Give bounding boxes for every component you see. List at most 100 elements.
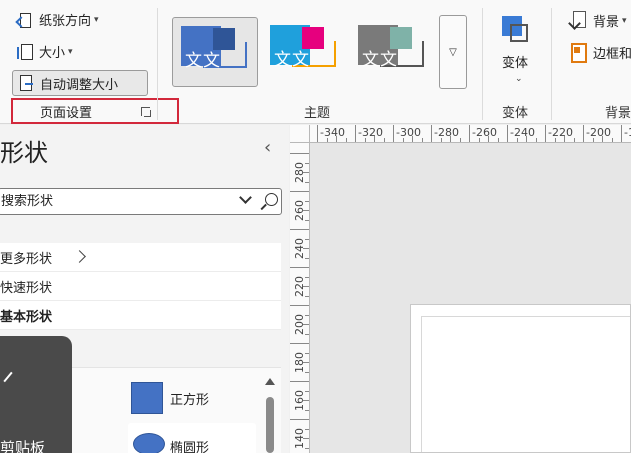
ruler-tick: [305, 447, 309, 449]
list-item-label: 快速形状: [0, 280, 53, 296]
ruler-tick: [305, 276, 309, 278]
ruler-tick: [290, 191, 309, 192]
variant-icon-outline: [510, 24, 528, 42]
group-separator: [482, 8, 483, 120]
ruler-tick: [573, 138, 575, 142]
square-shape-icon[interactable]: [131, 382, 163, 414]
ruler-tick: [290, 153, 309, 154]
orientation-button[interactable]: 纸张方向 ▾: [17, 10, 99, 29]
ruler-tick: [364, 138, 366, 142]
pane-title: 形状: [0, 139, 48, 167]
horizontal-ruler[interactable]: -340-320-300-280-260-240-220-200-18: [310, 125, 631, 143]
collapse-pane-chevron-icon[interactable]: ‹: [264, 137, 271, 158]
ruler-tick: [621, 125, 622, 142]
ruler-tick: [290, 343, 309, 344]
auto-size-icon: [18, 75, 34, 91]
theme-text: 文文: [185, 51, 221, 71]
list-item-quick-shapes[interactable]: 快速形状: [0, 272, 281, 301]
ellipse-shape-icon[interactable]: [133, 433, 165, 453]
scroll-up-arrow-icon[interactable]: [265, 378, 275, 385]
search-icon[interactable]: [259, 192, 279, 212]
ruler-tick: [497, 138, 499, 142]
theme-option-2[interactable]: 文文: [262, 17, 348, 87]
ruler-tick-label: -220: [548, 126, 573, 139]
ruler-tick: [303, 400, 309, 401]
list-item-label: 更多形状: [0, 251, 53, 267]
ruler-tick: [305, 352, 309, 354]
ruler-tick: [421, 138, 423, 142]
background-group-label: 背景: [605, 106, 631, 121]
size-button[interactable]: 大小 ▾: [17, 42, 73, 61]
ruler-tick: [290, 267, 309, 268]
ruler-tick: [305, 162, 309, 164]
ruler-tick: [305, 238, 309, 240]
ruler-tick: [305, 219, 309, 221]
ruler-tick-label: -300: [396, 126, 421, 139]
ruler-tick: [440, 138, 442, 142]
ruler-tick: [554, 138, 556, 142]
scrollbar-thumb[interactable]: [266, 397, 274, 453]
auto-size-button[interactable]: 自动调整大小: [12, 70, 148, 96]
ruler-tick-label: -200: [586, 126, 611, 139]
ruler-tick: [383, 138, 385, 142]
list-item-basic-shapes[interactable]: 基本形状: [0, 301, 281, 330]
dialog-launcher-icon[interactable]: [141, 107, 151, 117]
ruler-tick: [459, 138, 461, 142]
list-item-more-shapes[interactable]: 更多形状: [0, 243, 281, 272]
background-icon: [570, 11, 586, 29]
chevron-down-icon: ▾: [622, 15, 627, 26]
group-separator: [157, 8, 158, 120]
ruler-tick-label: -240: [510, 126, 535, 139]
shapes-pane: 形状 ‹ 更多形状 快速形状 基本形状 剪贴板 正方形 椭圆形: [0, 125, 289, 453]
ruler-tick: [303, 286, 309, 287]
ruler-tick: [611, 138, 613, 142]
ruler-tick: [431, 125, 432, 142]
variant-button-label[interactable]: 变体: [502, 52, 528, 71]
ruler-tick: [305, 371, 309, 373]
ruler-tick: [303, 172, 309, 173]
ruler-tick: [526, 136, 527, 142]
ruler-tick: [336, 136, 337, 142]
square-shape-label[interactable]: 正方形: [170, 389, 209, 408]
background-button[interactable]: 背景 ▾: [593, 11, 627, 30]
ruler-tick: [303, 210, 309, 211]
page-setup-group-label-highlight: 页面设置: [11, 98, 179, 124]
ruler-tick: [450, 136, 451, 142]
ruler-tick: [290, 419, 309, 420]
ruler-tick: [305, 200, 309, 202]
chevron-down-icon[interactable]: [239, 194, 251, 206]
border-title-button[interactable]: 边框和: [593, 43, 631, 62]
drawing-page[interactable]: [410, 304, 631, 453]
search-shapes-input[interactable]: [0, 194, 229, 209]
ruler-tick: [290, 229, 309, 230]
ruler-tick-label: -280: [434, 126, 459, 139]
ruler-tick: [535, 138, 537, 142]
background-label: 背景: [593, 15, 620, 30]
ruler-tick: [303, 362, 309, 363]
theme-option-1[interactable]: 文文: [172, 17, 258, 87]
ruler-tick-label: -340: [320, 126, 345, 139]
ellipse-shape-label[interactable]: 椭圆形: [170, 437, 209, 453]
ruler-tick: [602, 136, 603, 142]
chevron-down-icon: ▾: [94, 14, 99, 25]
border-title-icon: [570, 43, 587, 63]
vertical-ruler[interactable]: 280 260 240 220 200 180 160 140: [290, 143, 310, 453]
ruler-tick: [290, 381, 309, 382]
ruler-tick: [303, 438, 309, 439]
search-shapes-box[interactable]: [0, 188, 282, 215]
ruler-tick: [393, 125, 394, 142]
ruler-tick: [305, 257, 309, 259]
ruler-tick-label: -320: [358, 126, 383, 139]
theme-option-3[interactable]: 文文: [350, 17, 436, 87]
variant-icon[interactable]: [500, 14, 530, 44]
chevron-down-icon: ▽: [449, 46, 457, 58]
ruler-tick: [488, 136, 489, 142]
ruler-tick: [305, 390, 309, 392]
ruler-tick: [326, 138, 328, 142]
theme-gallery-more-button[interactable]: ▽: [439, 15, 467, 89]
list-item-label: 基本形状: [0, 309, 53, 325]
pen-icon: [3, 371, 13, 383]
clipboard-stencil-tile[interactable]: 剪贴板: [0, 336, 72, 453]
chevron-down-icon: ▾: [68, 46, 73, 57]
chevron-down-icon: ⌄: [515, 74, 523, 84]
